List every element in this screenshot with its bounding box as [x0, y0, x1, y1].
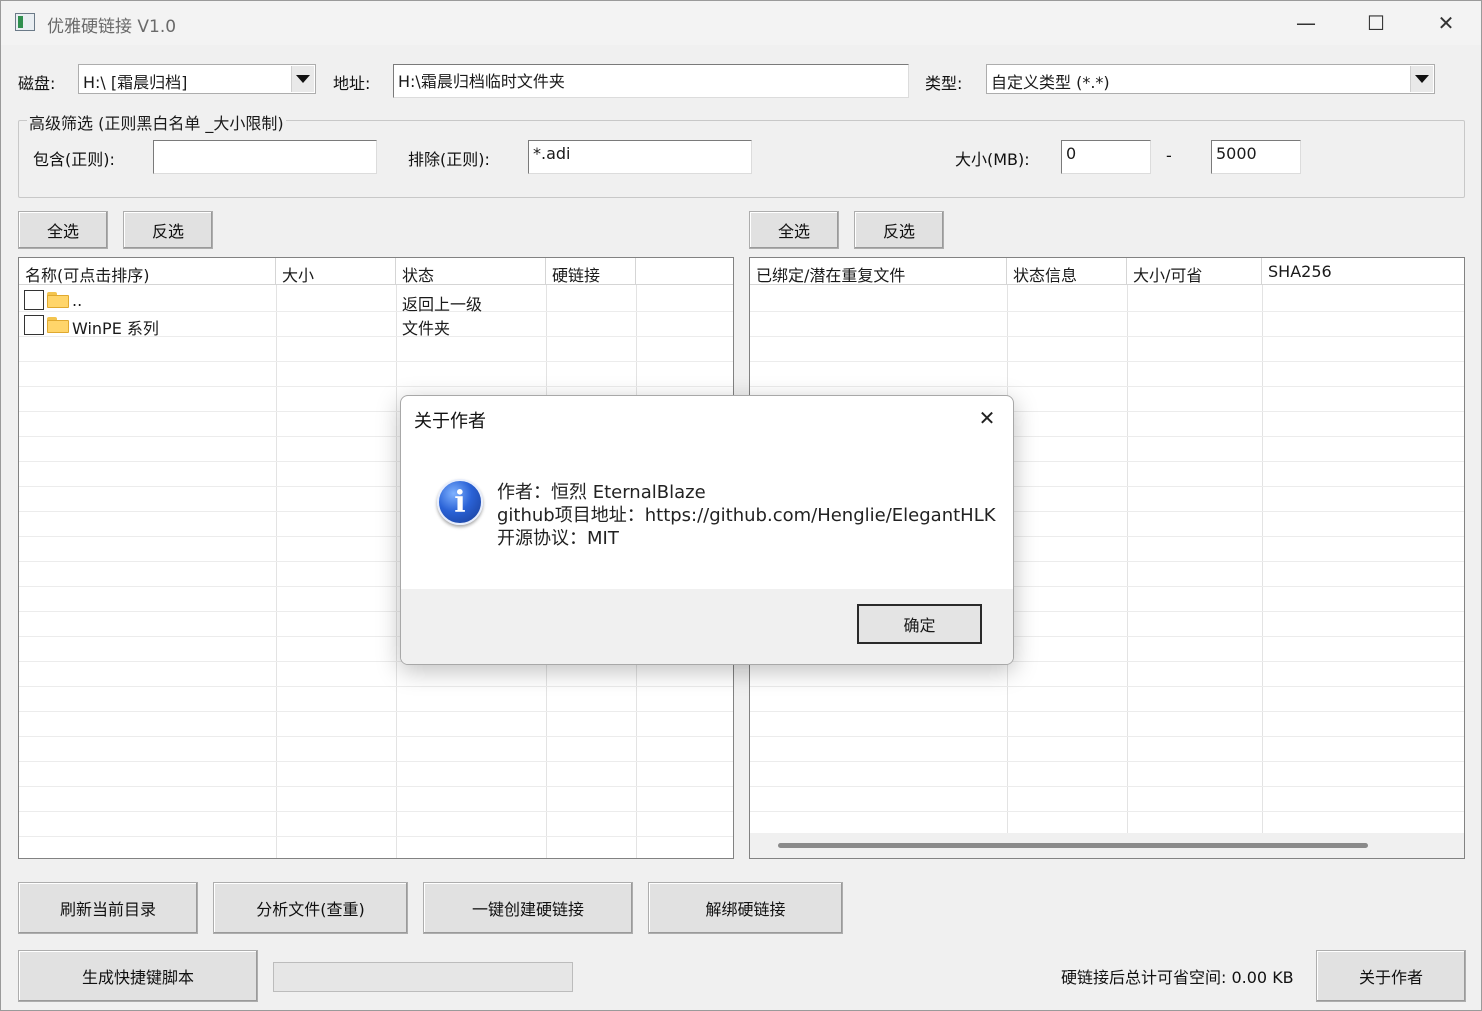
column-header-sha256[interactable]: SHA256 — [1262, 258, 1464, 285]
row-divider — [19, 761, 733, 762]
minimize-button[interactable]: — — [1271, 1, 1341, 45]
row-divider — [750, 811, 1464, 812]
maximize-button[interactable]: ☐ — [1341, 1, 1411, 45]
row-divider — [19, 786, 733, 787]
size-label: 大小(MB): — [955, 150, 1030, 169]
unbind-hardlinks-button[interactable]: 解绑硬链接 — [648, 882, 843, 934]
column-header-name[interactable]: 名称(可点击排序) — [19, 258, 276, 285]
about-dialog: 关于作者 ✕ i 作者：恒烈 EternalBlaze github项目地址：h… — [400, 395, 1014, 665]
row-divider — [750, 311, 1464, 312]
size-min-input[interactable]: 0 — [1061, 140, 1151, 174]
left-select-all-button[interactable]: 全选 — [18, 211, 108, 249]
column-header-size[interactable]: 大小 — [276, 258, 396, 285]
generate-script-button[interactable]: 生成快捷键脚本 — [18, 950, 258, 1002]
row-divider — [19, 311, 733, 312]
row-name[interactable]: WinPE 系列 — [72, 315, 159, 339]
type-label: 类型: — [925, 74, 963, 93]
row-divider — [750, 711, 1464, 712]
row-divider — [19, 361, 733, 362]
progress-bar — [273, 962, 573, 992]
row-status: 返回上一级 — [402, 295, 483, 314]
folder-icon — [47, 292, 69, 308]
column-divider — [1262, 285, 1263, 833]
row-divider — [19, 386, 733, 387]
right-select-all-button[interactable]: 全选 — [749, 211, 839, 249]
disk-label: 磁盘: — [18, 74, 56, 93]
close-button[interactable]: ✕ — [1411, 1, 1481, 45]
row-divider — [750, 786, 1464, 787]
saved-space-label: 硬链接后总计可省空间: 0.00 KB — [1061, 968, 1294, 987]
about-author-button[interactable]: 关于作者 — [1316, 950, 1466, 1002]
row-divider — [19, 711, 733, 712]
dialog-author-line: 作者：恒烈 EternalBlaze — [497, 482, 706, 503]
column-divider — [276, 285, 277, 858]
row-divider — [750, 736, 1464, 737]
exclude-label: 排除(正则): — [408, 150, 490, 169]
include-label: 包含(正则): — [33, 150, 115, 169]
row-checkbox[interactable] — [24, 315, 44, 335]
column-header-empty — [636, 258, 733, 285]
analyze-files-button[interactable]: 分析文件(查重) — [213, 882, 408, 934]
column-header-status[interactable]: 状态 — [396, 258, 546, 285]
type-dropdown[interactable]: 自定义类型 (*.*) — [986, 64, 1435, 94]
column-header-size-saving[interactable]: 大小/可省 — [1127, 258, 1262, 285]
size-max-input[interactable]: 5000 — [1211, 140, 1301, 174]
dialog-close-icon[interactable]: ✕ — [967, 402, 1007, 434]
row-divider — [750, 361, 1464, 362]
left-invert-selection-button[interactable]: 反选 — [123, 211, 213, 249]
disk-value: H:\ [霜晨归档] — [83, 73, 188, 92]
row-name[interactable]: .. — [72, 291, 82, 310]
row-checkbox[interactable] — [24, 290, 44, 310]
address-input[interactable]: H:\霜晨归档临时文件夹 — [393, 64, 909, 98]
app-icon — [15, 13, 35, 31]
advanced-filter-title: 高级筛选 (正则黑白名单 _大小限制) — [27, 110, 286, 134]
window-title: 优雅硬链接 V1.0 — [47, 17, 177, 37]
column-header-hardlink[interactable]: 硬链接 — [546, 258, 636, 285]
row-status: 文件夹 — [402, 319, 451, 338]
exclude-regex-input[interactable]: *.adi — [528, 140, 752, 174]
row-divider — [750, 686, 1464, 687]
chevron-down-icon[interactable] — [291, 66, 314, 92]
row-divider — [19, 736, 733, 737]
title-bar: 优雅硬链接 V1.0 — ☐ ✕ — [1, 1, 1481, 45]
row-divider — [19, 836, 733, 837]
refresh-directory-button[interactable]: 刷新当前目录 — [18, 882, 198, 934]
include-regex-input[interactable] — [153, 140, 377, 174]
address-label: 地址: — [333, 74, 371, 93]
main-window: 优雅硬链接 V1.0 — ☐ ✕ 磁盘: H:\ [霜晨归档] 地址: H:\霜… — [0, 0, 1482, 1011]
create-hardlinks-button[interactable]: 一键创建硬链接 — [423, 882, 633, 934]
row-divider — [19, 811, 733, 812]
disk-dropdown[interactable]: H:\ [霜晨归档] — [78, 64, 316, 94]
row-divider — [19, 686, 733, 687]
row-divider — [750, 386, 1464, 387]
row-divider — [750, 761, 1464, 762]
right-invert-selection-button[interactable]: 反选 — [854, 211, 944, 249]
ok-button[interactable]: 确定 — [857, 604, 982, 644]
chevron-down-icon[interactable] — [1410, 66, 1433, 92]
info-icon: i — [437, 479, 483, 525]
column-divider — [1127, 285, 1128, 833]
column-header-duplicates[interactable]: 已绑定/潜在重复文件 — [750, 258, 1007, 285]
dialog-title: 关于作者 — [414, 411, 486, 432]
size-separator: - — [1166, 146, 1172, 165]
type-value: 自定义类型 (*.*) — [991, 73, 1110, 92]
column-header-status-info[interactable]: 状态信息 — [1007, 258, 1127, 285]
folder-icon — [47, 317, 69, 333]
dialog-github-line: github项目地址：https://github.com/Henglie/El… — [497, 505, 996, 526]
row-divider — [750, 336, 1464, 337]
column-divider — [396, 285, 397, 858]
horizontal-scrollbar-thumb[interactable] — [778, 843, 1368, 848]
dialog-license-line: 开源协议：MIT — [497, 528, 619, 549]
